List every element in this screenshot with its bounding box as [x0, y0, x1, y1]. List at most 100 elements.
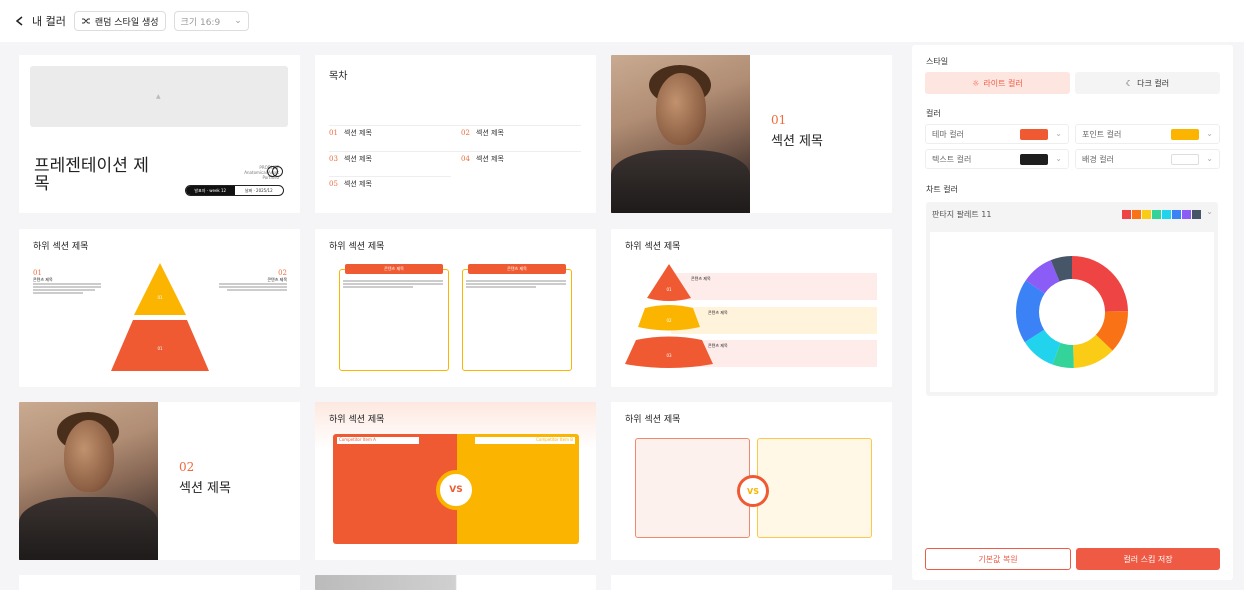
portrait-photo: [611, 55, 750, 213]
dark-color-label: 다크 컬러: [1137, 78, 1170, 88]
back-label: 내 컬러: [32, 15, 66, 28]
point-color-picker[interactable]: 포인트 컬러 ⌄: [1075, 124, 1220, 144]
slide-vs-filled[interactable]: 하위 섹션 제목 Competitor Item A Competitor It…: [315, 402, 596, 560]
color-label: 컬러: [926, 109, 941, 118]
image-icon: ▲: [156, 93, 161, 100]
caption-text-lines: [33, 283, 103, 294]
slide-two-boxes[interactable]: 하위 섹션 제목 콘텐츠 제목 콘텐츠 제목: [315, 229, 596, 387]
competitor-a-label: Competitor Item A: [337, 437, 419, 444]
random-style-button[interactable]: 랜덤 스타일 생성: [73, 11, 166, 31]
shuffle-icon: [81, 18, 90, 24]
vs-right-box: [757, 438, 872, 538]
palette-swatch: [1172, 210, 1181, 219]
palette-swatch: [1192, 210, 1201, 219]
bg-color-label: 배경 컬러: [1082, 154, 1114, 164]
vs-label: VS: [747, 486, 759, 496]
theme-color-picker[interactable]: 테마 컬러 ⌄: [925, 124, 1069, 144]
competitor-b-label: Competitor Item B: [475, 437, 575, 444]
toc-num: 01: [329, 129, 338, 137]
toc-divider: [329, 151, 581, 152]
slide-title: 하위 섹션 제목: [625, 415, 681, 425]
cone-label-01: 01: [666, 287, 672, 292]
toc-divider: [329, 125, 581, 126]
slide-toc[interactable]: 목차 01 섹션 제목 02 섹션 제목 03 섹션 제목 04 섹션 제목 05 섹션 …: [315, 55, 596, 213]
slide-title: 하위 섹션 제목: [625, 242, 681, 252]
chevron-down-icon: ⌄: [1055, 154, 1062, 163]
slide-section-02[interactable]: 02 섹션 제목: [19, 402, 300, 560]
pyramid-label-01: 01: [157, 295, 163, 300]
palette-swatch: [1182, 210, 1191, 219]
info-pill: 발표자 · week 12 날짜 · 2025/12: [185, 185, 284, 196]
portrait-photo: [19, 402, 158, 560]
light-color-button[interactable]: ☼ 라이트 컬러: [925, 72, 1070, 94]
top-bar: 내 컬러 랜덤 스타일 생성 크기 16:9 ⌄: [0, 0, 1244, 42]
bg-color-picker[interactable]: 배경 컬러 ⌄: [1075, 149, 1220, 169]
slide-partial[interactable]: [315, 575, 596, 590]
slide-title: 하위 섹션 제목: [33, 242, 89, 252]
slide-cover[interactable]: ▲ 프레젠테이션 제목 PRODUCT Anatomical Asset Por…: [19, 55, 300, 213]
section-title: 섹션 제목: [771, 134, 823, 149]
point-color-swatch: [1171, 129, 1199, 140]
slide-title: 하위 섹션 제목: [329, 415, 385, 425]
caption-text-lines: [217, 283, 287, 291]
content-box-lines: [343, 279, 443, 289]
light-color-label: 라이트 컬러: [983, 78, 1023, 88]
presenter-text: 발표자 · week 12: [186, 186, 235, 195]
caption-title: 콘텐츠 제목: [267, 277, 287, 282]
theme-color-swatch: [1020, 129, 1048, 140]
palette-swatch: [1152, 210, 1161, 219]
cone-label-02: 02: [666, 318, 672, 323]
slide-partial[interactable]: [19, 575, 300, 590]
vs-left-box: [635, 438, 750, 538]
toc-label: 섹션 제목: [475, 155, 504, 163]
toc-label: 섹션 제목: [475, 129, 504, 137]
toc-item: 02 섹션 제목: [461, 128, 504, 138]
save-scheme-label: 컬러 스킴 저장: [1123, 554, 1173, 564]
color-settings-panel: 스타일 ☼ 라이트 컬러 ☾ 다크 컬러 컬러 테마 컬러 ⌄ 포인트 컬러 ⌄…: [912, 45, 1233, 580]
theme-color-label: 테마 컬러: [932, 129, 964, 139]
size-select[interactable]: 크기 16:9 ⌄: [173, 11, 249, 31]
toc-label: 섹션 제목: [343, 129, 372, 137]
toc-num: 05: [329, 180, 338, 188]
toc-divider: [329, 176, 451, 177]
vs-label: VS: [449, 485, 463, 495]
cover-title: 프레젠테이션 제목: [34, 156, 149, 194]
palette-swatch: [1162, 210, 1171, 219]
toc-label: 섹션 제목: [343, 155, 372, 163]
chevron-down-icon: ⌄: [1206, 207, 1213, 216]
vs-circle: VS: [436, 470, 476, 510]
palette-name: 판타지 팔레트 11: [932, 209, 992, 219]
slide-pyramid-2[interactable]: 하위 섹션 제목 01 콘텐츠 제목 02 콘텐츠 제목 01 01: [19, 229, 300, 387]
point-color-label: 포인트 컬러: [1082, 129, 1122, 139]
toc-label: 섹션 제목: [343, 180, 372, 188]
back-button[interactable]: 내 컬러: [14, 13, 66, 29]
text-color-picker[interactable]: 텍스트 컬러 ⌄: [925, 149, 1069, 169]
dark-color-button[interactable]: ☾ 다크 컬러: [1075, 72, 1220, 94]
toc-num: 03: [329, 155, 338, 163]
palette-select[interactable]: 판타지 팔레트 11 ⌄: [926, 202, 1218, 226]
content-box-header: 콘텐츠 제목: [468, 264, 566, 274]
vs-circle: VS: [737, 475, 769, 507]
slide-partial[interactable]: [611, 575, 892, 590]
caption-number: 01: [33, 269, 42, 277]
bg-color-swatch: [1171, 154, 1199, 165]
caption-number: 02: [278, 269, 287, 277]
text-color-swatch: [1020, 154, 1048, 165]
slide-vs-outline[interactable]: 하위 섹션 제목 VS: [611, 402, 892, 560]
donut-chart: [1016, 256, 1128, 368]
toc-title: 목차: [329, 71, 348, 82]
chevron-left-icon: [15, 16, 23, 26]
toc-item: 04 섹션 제목: [461, 154, 504, 164]
donut-segment: [1072, 256, 1128, 312]
save-scheme-button[interactable]: 컬러 스킴 저장: [1076, 548, 1220, 570]
toc-num: 04: [461, 155, 470, 163]
slide-pyramid-3[interactable]: 하위 섹션 제목 콘텐츠 제목 콘텐츠 제목 콘텐츠 제목 01 02 03: [611, 229, 892, 387]
reset-default-button[interactable]: 기본값 복원: [925, 548, 1071, 570]
slide-section-01[interactable]: 01 섹션 제목: [611, 55, 892, 213]
cone-label-03: 03: [666, 353, 672, 358]
cone-top: [647, 264, 691, 301]
section-number: 01: [771, 113, 787, 127]
chevron-down-icon: ⌄: [1206, 129, 1213, 138]
reset-default-label: 기본값 복원: [978, 554, 1018, 564]
content-box-title: 콘텐츠 제목: [384, 266, 404, 271]
